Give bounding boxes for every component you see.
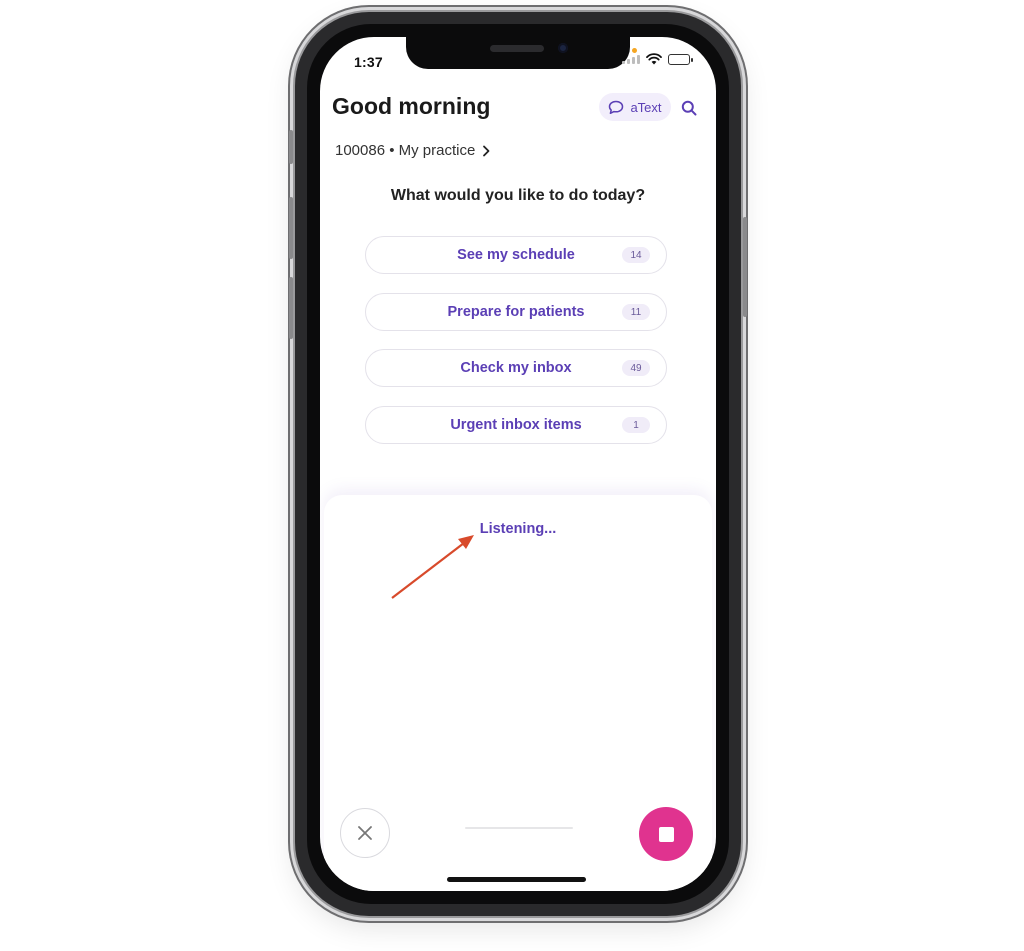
chevron-right-icon [483, 145, 490, 156]
greeting-title: Good morning [332, 93, 491, 119]
stop-recording-button[interactable] [639, 807, 693, 861]
count-badge: 14 [622, 247, 650, 263]
front-camera [558, 43, 568, 53]
action-label: Urgent inbox items [450, 417, 582, 433]
status-icons [622, 53, 693, 65]
cellular-signal-icon [622, 54, 640, 64]
side-button-volume-down [289, 277, 293, 339]
count-badge: 49 [622, 360, 650, 376]
practice-label: 100086 • My practice [335, 142, 476, 159]
prompt-question: What would you like to do today? [390, 187, 646, 204]
side-button-power [743, 217, 747, 317]
search-button[interactable] [678, 97, 700, 119]
action-urgent-inbox[interactable]: Urgent inbox items 1 [365, 406, 667, 444]
battery-icon [668, 53, 693, 65]
action-see-schedule[interactable]: See my schedule 14 [365, 236, 667, 274]
phone-screen: 1:37 Good morning aText 100086 • My prac… [320, 37, 716, 891]
side-button-volume-up [289, 197, 293, 259]
close-button[interactable] [340, 808, 390, 858]
listening-status: Listening... [479, 521, 557, 537]
sheet-handle [465, 827, 573, 829]
status-time: 1:37 [354, 54, 383, 70]
action-label: See my schedule [457, 247, 575, 263]
atext-label: aText [630, 99, 662, 115]
count-badge: 11 [622, 304, 650, 320]
phone-frame: 1:37 Good morning aText 100086 • My prac… [289, 12, 747, 916]
search-icon [681, 100, 697, 116]
speaker-grille [490, 45, 544, 52]
action-label: Prepare for patients [447, 304, 585, 320]
action-check-inbox[interactable]: Check my inbox 49 [365, 349, 667, 387]
side-button-mute [289, 130, 293, 164]
wifi-icon [646, 53, 662, 65]
practice-selector[interactable]: 100086 • My practice [335, 142, 491, 159]
action-label: Check my inbox [460, 360, 572, 376]
atext-button[interactable]: aText [599, 93, 671, 121]
stop-icon [658, 826, 674, 842]
action-prepare-patients[interactable]: Prepare for patients 11 [365, 293, 667, 331]
home-indicator[interactable] [447, 877, 586, 882]
count-badge: 1 [622, 417, 650, 433]
close-icon [358, 826, 372, 840]
notch [406, 37, 630, 69]
chat-bubble-icon [609, 100, 624, 114]
